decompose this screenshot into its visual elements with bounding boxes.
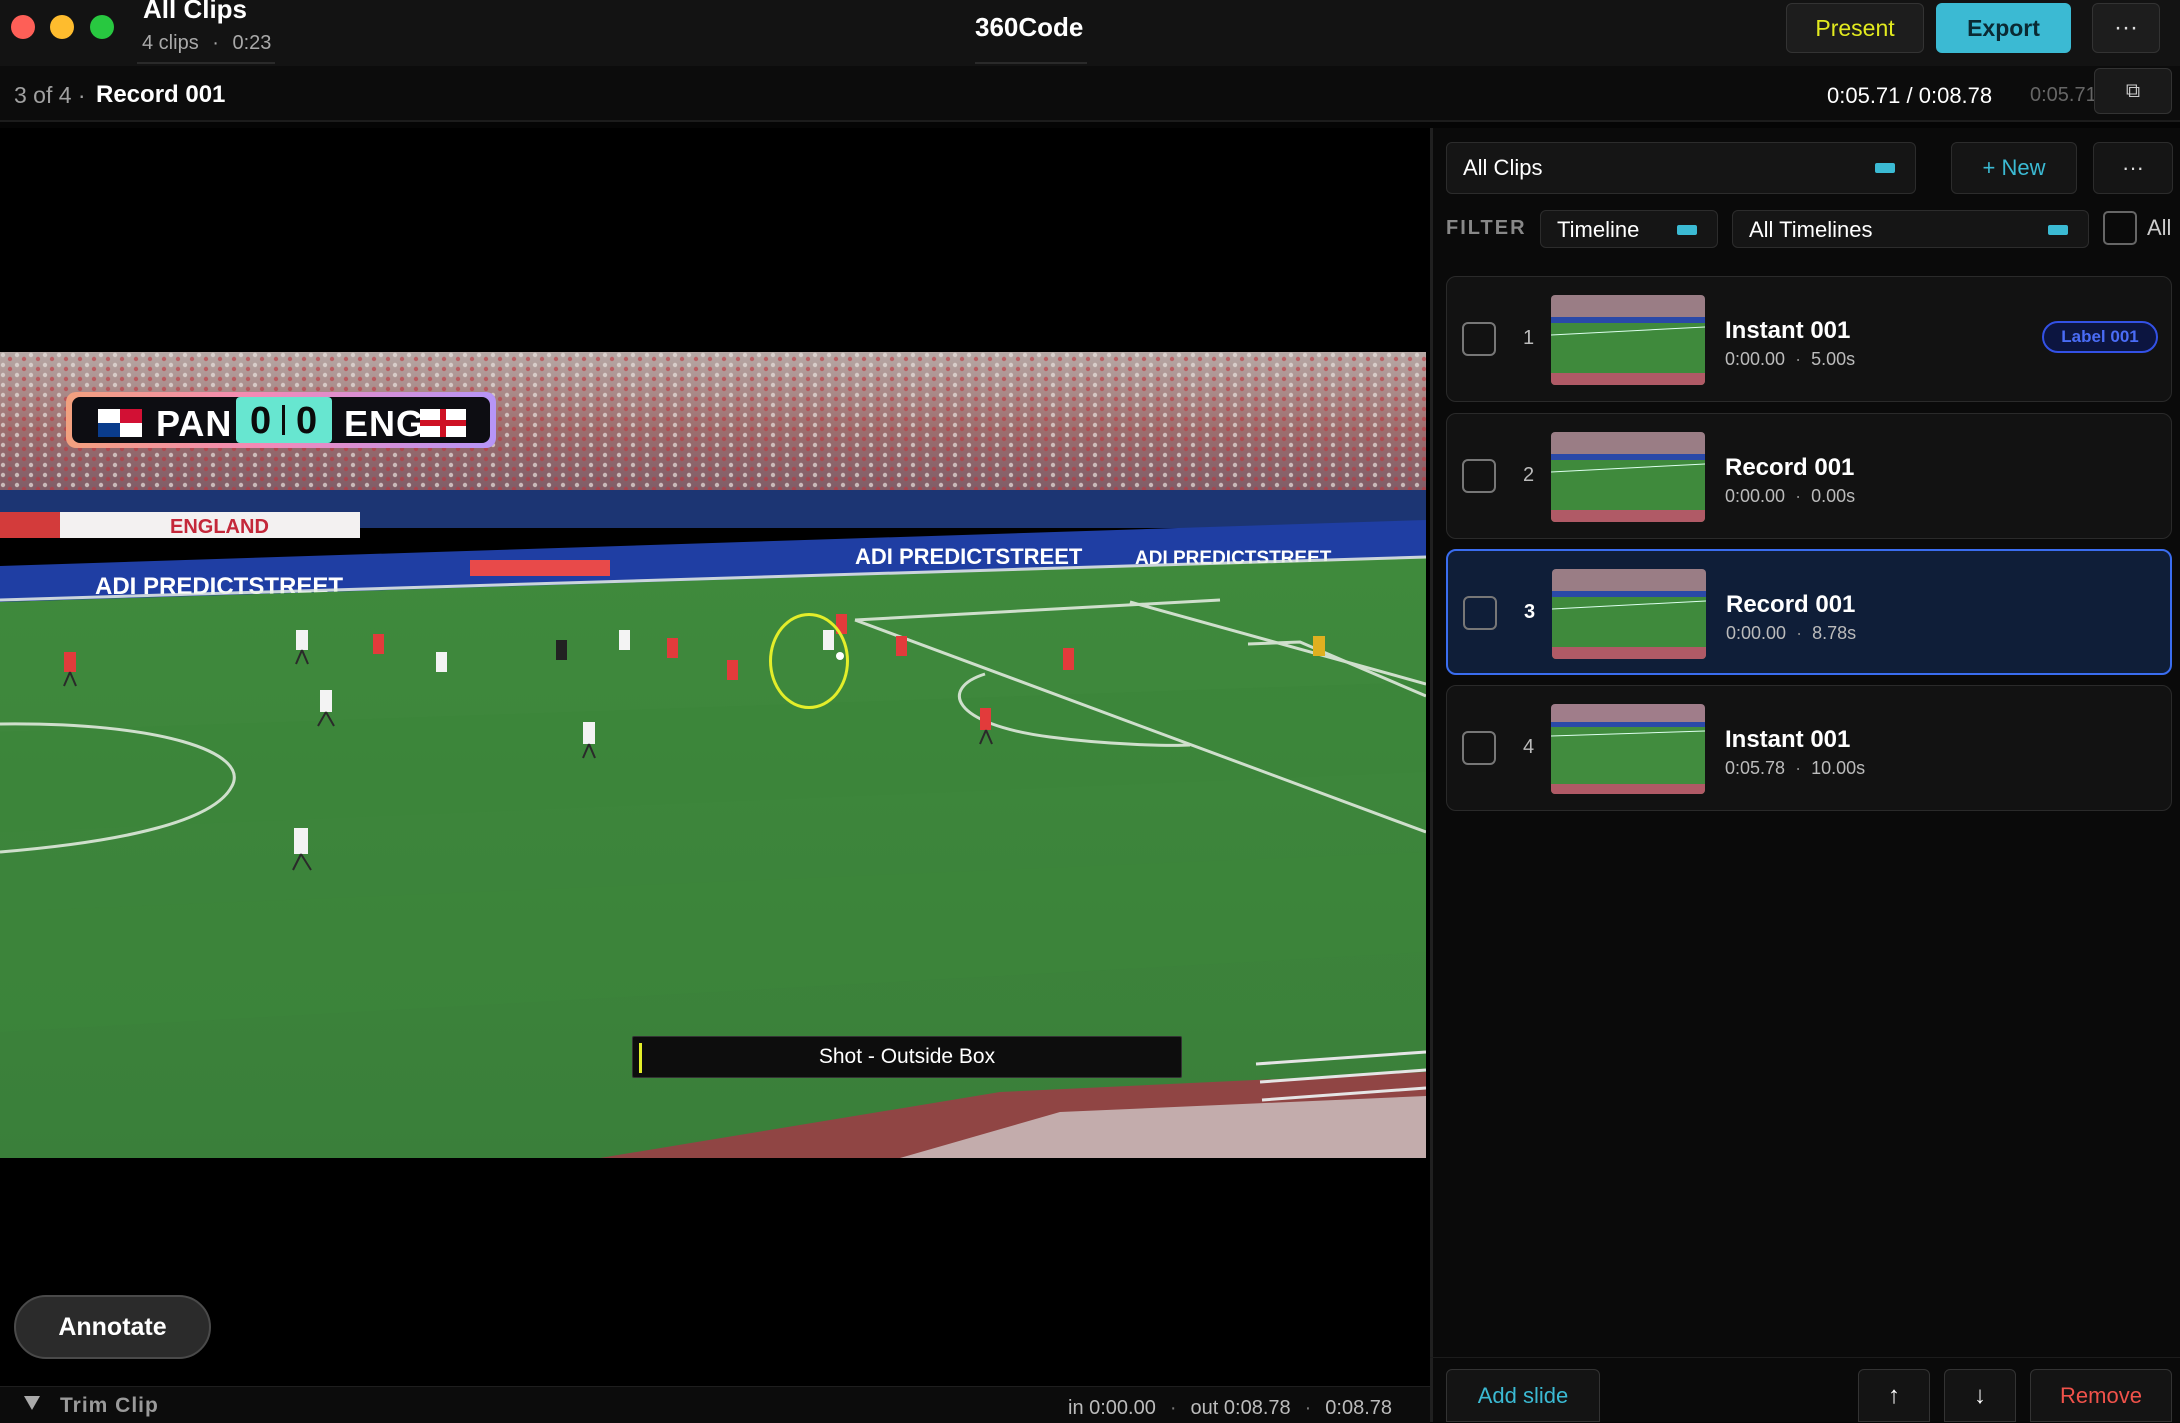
window-title: All Clips (143, 0, 248, 24)
ad-england: ENGLAND (170, 516, 269, 538)
clip-thumbnail (1551, 704, 1705, 794)
clip-row[interactable]: 1 Instant 001 0:00.00 · 5.00s Label 001 (1446, 276, 2172, 402)
all-timelines-select[interactable]: All Timelines (1732, 210, 2089, 248)
present-button[interactable]: Present (1786, 3, 1924, 53)
title-bar: All Clips 4 clips · 0:23 360Code Present… (0, 0, 2180, 66)
total-duration: 0:23 (232, 32, 272, 54)
clip-checkbox[interactable] (1462, 459, 1496, 493)
trim-clip-label[interactable]: Trim Clip (60, 1394, 159, 1418)
clip-number: 2 (1523, 464, 1535, 486)
event-caption: Shot - Outside Box (632, 1036, 1182, 1078)
timeline-filter-select[interactable]: Timeline (1540, 210, 1718, 248)
clip-checkbox[interactable] (1462, 322, 1496, 356)
clip-thumbnail (1551, 432, 1705, 522)
away-score: 0 (296, 400, 318, 442)
dropdown-indicator-icon (1677, 225, 1697, 235)
clip-row[interactable]: 4 Instant 001 0:05.78 · 10.00s (1446, 685, 2172, 811)
clip-number: 3 (1524, 601, 1536, 623)
clip-row-selected[interactable]: 3 Record 001 0:00.00 · 8.78s (1446, 549, 2172, 675)
clip-thumbnail (1551, 295, 1705, 385)
export-button[interactable]: Export (1936, 3, 2071, 53)
dropdown-indicator-icon (2048, 225, 2068, 235)
clip-name: Record 001 (1725, 454, 1855, 481)
playback-timecode: 0:05.71 / 0:08.78 (1827, 83, 1993, 108)
select-all-label: All (2147, 215, 2172, 240)
trim-clip-bar[interactable]: Trim Clip in 0:00.00 · out 0:08.78 · 0:08.78 (0, 1386, 1430, 1423)
app-name: 360Code (975, 12, 1084, 42)
more-options-button[interactable]: ··· (2092, 3, 2160, 53)
clip-count: 4 clips (142, 32, 199, 54)
clip-position-bar: 3 of 4 · Record 001 0:05.71 / 0:08.78 0:… (0, 66, 2180, 122)
clip-thumbnail (1552, 569, 1706, 659)
remove-button[interactable]: Remove (2030, 1369, 2172, 1422)
clip-meta: 0:00.00 · 0.00s (1725, 486, 1856, 506)
clip-number: 1 (1523, 327, 1535, 349)
scorebug: PAN 0 0 ENG (66, 392, 496, 448)
title-divider (137, 62, 275, 64)
trim-in: in 0:00.00 (1068, 1397, 1156, 1419)
clip-name: Instant 001 (1725, 726, 1851, 753)
window-subtitle: 4 clips · 0:23 (142, 32, 272, 54)
new-list-button[interactable]: + New (1951, 142, 2077, 194)
clip-meta: 0:00.00 · 5.00s (1725, 349, 1856, 369)
clip-name: Instant 001 (1725, 317, 1851, 344)
move-down-arrow-icon[interactable]: ↓ (1944, 1369, 2016, 1422)
clip-meta: 0:05.78 · 10.00s (1725, 758, 1866, 778)
trim-length: 0:08.78 (1325, 1397, 1393, 1419)
current-clip-name: Record 001 (96, 81, 226, 108)
playback-timecode-secondary: 0:05.71 (2030, 84, 2097, 106)
dropdown-indicator-icon (1875, 163, 1895, 173)
minimize-window-button[interactable] (50, 15, 74, 39)
copy-icon[interactable]: ⧉ (2094, 68, 2172, 114)
clip-label-badge[interactable]: Label 001 (2042, 321, 2158, 353)
caption-text: Shot - Outside Box (818, 1045, 996, 1068)
move-up-arrow-icon[interactable]: ↑ (1858, 1369, 1930, 1422)
panel-more-button[interactable]: ··· (2093, 142, 2173, 194)
home-score: 0 (250, 400, 272, 442)
collapse-triangle-icon[interactable] (24, 1396, 40, 1410)
clip-index: 3 of 4 · (14, 82, 86, 108)
clip-number: 4 (1523, 736, 1535, 758)
panel-footer-divider (1430, 1357, 2180, 1358)
clip-checkbox[interactable] (1462, 731, 1496, 765)
panama-flag-icon (98, 409, 142, 437)
annotate-button[interactable]: Annotate (14, 1295, 211, 1359)
clip-meta: 0:00.00 · 8.78s (1726, 623, 1857, 643)
england-flag-icon (420, 409, 466, 437)
annotation-circle[interactable] (769, 613, 849, 709)
score-box: 0 0 (236, 397, 332, 443)
clip-list-select[interactable]: All Clips (1446, 142, 1916, 194)
add-slide-button[interactable]: Add slide (1446, 1369, 1600, 1422)
close-window-button[interactable] (11, 15, 35, 39)
clip-checkbox[interactable] (1463, 596, 1497, 630)
ad-board-2: ADI PREDICTSTREET (855, 544, 1083, 569)
app-name-divider (975, 62, 1087, 64)
away-team: ENG (344, 403, 426, 444)
filter-label: FILTER (1446, 217, 1527, 239)
clip-row[interactable]: 2 Record 001 0:00.00 · 0.00s (1446, 413, 2172, 539)
select-all-checkbox[interactable] (2103, 211, 2137, 245)
home-team: PAN (156, 403, 233, 444)
clip-name: Record 001 (1726, 591, 1856, 618)
zoom-window-button[interactable] (90, 15, 114, 39)
trim-out: out 0:08.78 (1190, 1397, 1291, 1419)
trim-info: in 0:00.00 · out 0:08.78 · 0:08.78 (1068, 1397, 1393, 1419)
